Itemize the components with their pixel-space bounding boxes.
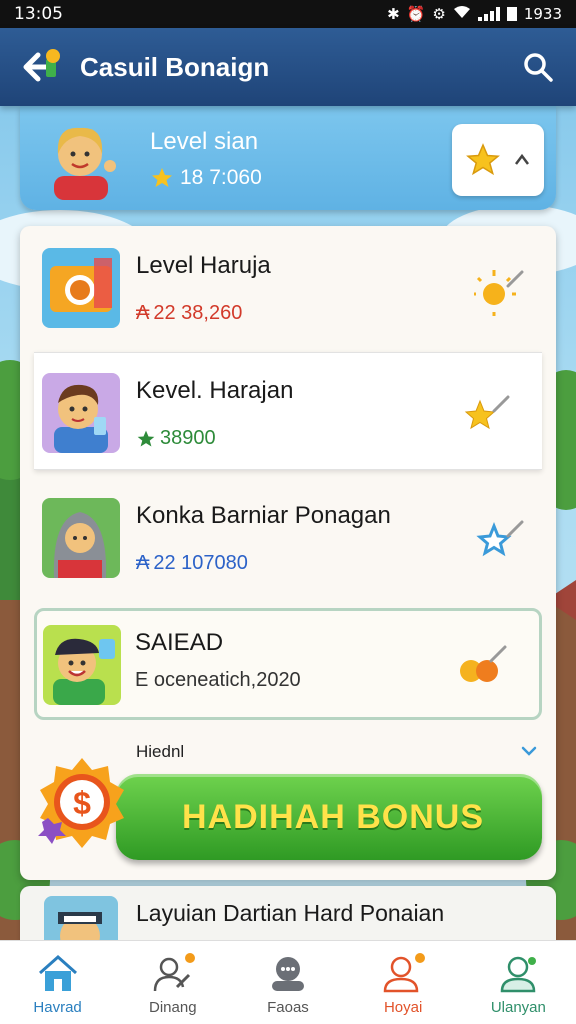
home-icon <box>38 954 77 991</box>
nav-label: Ulanyan <box>490 999 546 1016</box>
svg-text:$: $ <box>73 785 91 821</box>
badge-edit-icon[interactable] <box>457 641 513 691</box>
battery-text: 1933 <box>523 5 562 23</box>
list-item-meta-value: E oceneatich,2020 <box>135 669 301 691</box>
list-item-meta: ₳ 22 38,260 <box>136 302 242 325</box>
favorite-button[interactable] <box>452 124 544 196</box>
profile-score-value: 18 7:060 <box>180 166 262 189</box>
profile-avatar <box>54 127 116 200</box>
page-title: Casuil Bonaign <box>80 51 270 82</box>
battery-icon <box>506 7 517 21</box>
list-item-meta-value: 38900 <box>160 427 216 449</box>
star-icon <box>137 430 155 446</box>
sun-edit-icon[interactable] <box>474 266 530 316</box>
bonus-button-label: HADIHAH BONUS <box>182 797 484 836</box>
nav-item-dinang[interactable]: Dinang <box>123 951 223 1016</box>
list-item[interactable]: Level Haruja ₳ 22 38,260 <box>20 228 556 346</box>
profile-score: 18 7:060 <box>150 166 262 190</box>
section-label: Hiednl <box>136 742 185 761</box>
coin-badge-icon: $ <box>38 758 124 848</box>
list-item-meta-value: 22 107080 <box>153 552 248 574</box>
star-icon <box>152 168 172 187</box>
list-item-meta: ₳ 22 107080 <box>136 552 248 575</box>
nav-item-hoyai[interactable]: Hoyai <box>353 951 453 1016</box>
list-item[interactable]: Konka Barniar Ponagan ₳ 22 107080 <box>20 478 556 596</box>
boy-avatar-thumbnail <box>42 373 120 453</box>
signal-icon <box>477 7 500 21</box>
woman-avatar-thumbnail <box>42 498 120 578</box>
star-icon <box>466 143 500 176</box>
wifi-icon <box>453 5 471 23</box>
status-icons: ✱ ⏰ ⚙ 1933 <box>387 5 562 23</box>
nav-item-ulanyan[interactable]: Ulanyan <box>468 953 568 1016</box>
search-icon <box>524 53 553 82</box>
list-item-title: SAIEAD <box>135 629 224 656</box>
list-item-meta-value: 22 38,260 <box>153 302 243 324</box>
back-button[interactable] <box>18 45 62 89</box>
chevron-down-icon[interactable] <box>520 744 538 758</box>
chat-user-icon <box>271 957 304 991</box>
bottom-nav: Havrad Dinang Faoas Hoyai Ulanyan <box>0 940 576 1024</box>
star-edit-icon[interactable] <box>460 391 516 441</box>
star-outline-edit-icon[interactable] <box>474 516 530 566</box>
app-bar: Casuil Bonaign <box>0 28 576 106</box>
list-item-title: Layuian Dartian Hard Ponaian <box>136 900 445 926</box>
profile-card[interactable]: Level sian 18 7:060 <box>20 106 556 210</box>
list-item[interactable]: SAIEAD E oceneatich,2020 <box>34 608 542 720</box>
nav-label: Faoas <box>267 999 309 1016</box>
currency-icon: ₳ <box>136 302 150 324</box>
camera-thumbnail <box>42 248 120 328</box>
alarm-icon: ⏰ <box>406 5 426 23</box>
search-button[interactable] <box>518 47 558 87</box>
status-time: 13:05 <box>14 4 63 24</box>
status-bar: 13:05 ✱ ⏰ ⚙ 1933 <box>0 0 576 28</box>
edit-icon <box>515 153 529 165</box>
list-item-meta: E oceneatich,2020 <box>135 669 301 692</box>
nav-item-faoas[interactable]: Faoas <box>238 953 338 1016</box>
bonus-button[interactable]: HADIHAH BONUS <box>116 774 542 860</box>
boy-cap-avatar-thumbnail <box>43 625 121 705</box>
list-item-title: Kevel. Harajan <box>136 377 294 404</box>
nav-label: Dinang <box>149 999 197 1016</box>
list-item-meta: 38900 <box>136 427 216 450</box>
nav-item-home[interactable]: Havrad <box>8 953 108 1016</box>
bluetooth-icon: ✱ <box>387 5 400 23</box>
notification-badge <box>182 951 197 965</box>
list-item-title: Konka Barniar Ponagan <box>136 502 391 529</box>
friends-icon <box>501 956 537 993</box>
settings-icon: ⚙ <box>432 5 446 23</box>
profile-title: Level sian <box>150 128 259 155</box>
nav-label: Havrad <box>33 999 82 1016</box>
list-item[interactable]: Kevel. Harajan 38900 <box>34 352 542 470</box>
nav-label: Hoyai <box>383 999 423 1016</box>
level-list-card: Level Haruja ₳ 22 38,260 Kevel. Harajan … <box>20 226 556 880</box>
list-item-title: Level Haruja <box>136 252 271 279</box>
currency-icon: ₳ <box>136 552 150 574</box>
notification-dot-icon <box>46 49 60 63</box>
